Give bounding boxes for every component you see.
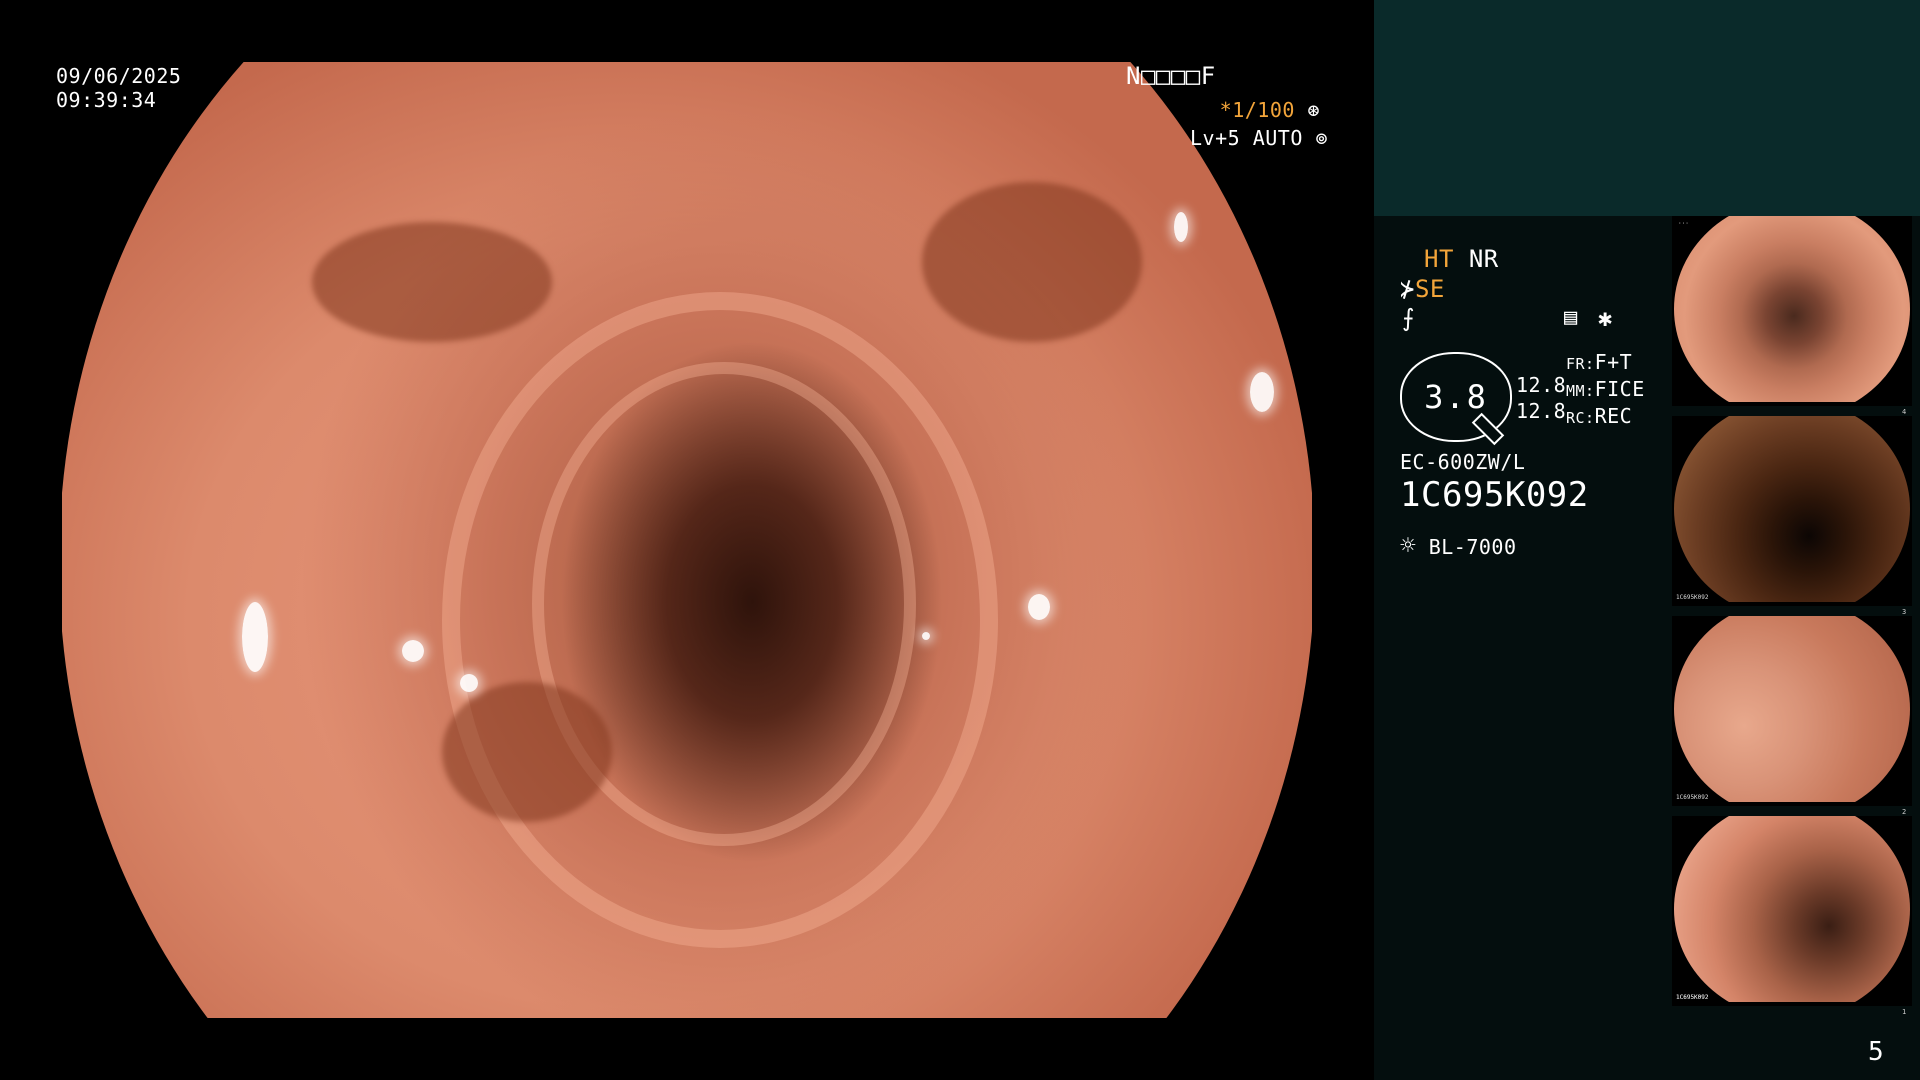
asterisk-icon: ✱ [1598,304,1613,332]
light-reflection [1174,212,1188,242]
nr-indicator: NR [1468,245,1499,273]
scope-model: EC-600ZW/L [1400,450,1526,474]
se-indicator: SE [1414,275,1445,303]
shutter-speed: *1/100 [1219,98,1295,122]
scope-serial: 1C695K092 [1400,475,1589,515]
patient-code: N□□□□F [1126,62,1216,90]
level-text: Lv+5 [1190,126,1241,150]
thumb-label: 1C695K092 [1676,794,1709,801]
light-reflection [402,640,424,662]
mm-value: FICE [1594,377,1645,401]
date-text: 09/06/2025 [56,64,182,88]
value-1: 12.8 [1516,373,1567,397]
magnification-value: 3.8 [1424,378,1488,416]
side-panel-header [1374,0,1920,216]
iris-mode: AUTO [1252,126,1303,150]
rc-label: RC: [1566,409,1595,427]
thumb-label: 1C695K092 [1676,994,1709,1001]
af-icon: ⨍ [1402,304,1416,332]
exposure-settings: *1/100 ⊛ Lv+5 AUTO ⊚ [1190,98,1328,150]
rc-value: REC [1594,404,1633,428]
fr-value: F+T [1594,350,1633,374]
thumbnail-image [1674,616,1910,802]
thumb-index: 4 [1902,408,1907,416]
fr-label: FR: [1566,355,1595,373]
thumb-index: 1 [1902,1008,1907,1016]
magnification-indicator: 3.8 [1400,352,1512,446]
thumb-index: 2 [1902,808,1907,816]
structure-icon: ⊁ [1400,275,1415,303]
image-count: 5 [1868,1037,1885,1067]
mucosa-texture [312,222,552,342]
iris-icon: ⊚ [1315,126,1328,150]
light-reflection [242,602,268,672]
structure-row: ⊁SE [1400,274,1445,304]
sensor-values: 12.8 12.8 [1516,372,1566,424]
capture-thumbnail[interactable]: ··· [1672,216,1912,406]
mucosa-texture [442,682,612,822]
light-reflection [460,674,478,692]
thumbnail-image [1674,416,1910,602]
aperture-icon: ⊛ [1307,98,1320,122]
light-source: ☼ BL-7000 [1400,532,1517,561]
light-source-model: BL-7000 [1428,535,1517,559]
thumbnail-image [1674,216,1910,402]
thumb-label: 1C695K092 [1676,594,1709,601]
ht-indicator: HT [1424,245,1454,273]
mm-label: MM: [1566,382,1595,400]
memo-icon: ▤ [1564,305,1578,330]
sun-icon: ☼ [1400,531,1417,561]
thumbnail-image [1674,816,1910,1002]
capture-thumbnail[interactable]: 1C695K092 [1672,416,1912,606]
processing-status: HT NR [1424,244,1499,274]
light-reflection [922,632,930,640]
capture-thumbnail[interactable]: 1C695K092 [1672,616,1912,806]
thumb-datetime: ··· [1678,220,1689,227]
endoscope-live-view [62,62,1312,1018]
capture-thumbnail[interactable]: 1C695K092 [1672,816,1912,1006]
mucosa-texture [922,182,1142,342]
time-text: 09:39:34 [56,88,157,112]
thumb-index: 3 [1902,608,1907,616]
datetime-display: 09/06/2025 09:39:34 [56,64,181,112]
light-reflection [1028,594,1050,620]
value-2: 12.8 [1516,399,1567,423]
light-reflection [1250,372,1274,412]
mode-settings: FR:F+T MM:FICE RC:REC [1566,350,1645,431]
